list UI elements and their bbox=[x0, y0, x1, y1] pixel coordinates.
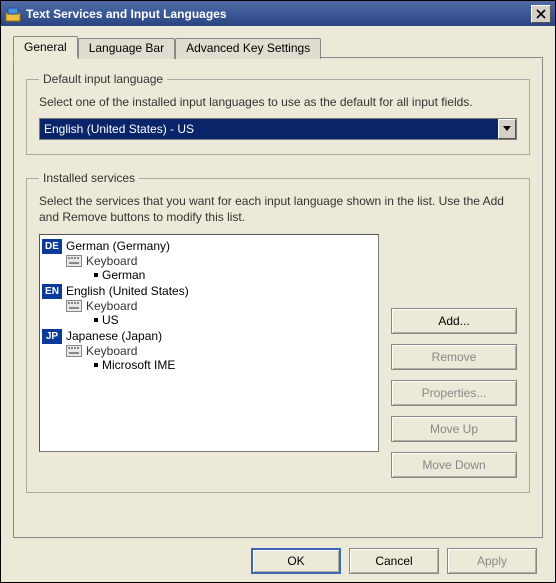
layout-row[interactable]: US bbox=[42, 313, 376, 327]
keyboard-icon bbox=[66, 255, 82, 267]
layout-row[interactable]: Microsoft IME bbox=[42, 358, 376, 372]
language-badge: EN bbox=[42, 284, 62, 299]
language-name: German (Germany) bbox=[66, 239, 170, 253]
installed-services-group: Installed services Select the services t… bbox=[26, 171, 530, 492]
keyboard-icon bbox=[66, 300, 82, 312]
language-badge: JP bbox=[42, 329, 62, 344]
language-block: DE German (Germany)KeyboardGerman bbox=[42, 239, 376, 282]
add-button[interactable]: Add... bbox=[391, 308, 517, 334]
layout-name: German bbox=[102, 268, 145, 282]
bullet-icon bbox=[94, 318, 98, 322]
dialog-body: General Language Bar Advanced Key Settin… bbox=[1, 26, 555, 582]
services-tree[interactable]: DEGerman (Germany)KeyboardGermanENEnglis… bbox=[39, 234, 379, 452]
layout-name: US bbox=[102, 313, 119, 327]
layout-name: Microsoft IME bbox=[102, 358, 175, 372]
category-row[interactable]: Keyboard bbox=[42, 254, 376, 268]
ok-button[interactable]: OK bbox=[251, 548, 341, 574]
installed-services-desc: Select the services that you want for ea… bbox=[39, 193, 517, 225]
language-header[interactable]: DE German (Germany) bbox=[42, 239, 376, 254]
properties-button[interactable]: Properties... bbox=[391, 380, 517, 406]
category-label: Keyboard bbox=[86, 344, 137, 358]
tabstrip: General Language Bar Advanced Key Settin… bbox=[13, 36, 543, 57]
keyboard-icon bbox=[66, 345, 82, 357]
tab-language-bar[interactable]: Language Bar bbox=[78, 38, 175, 59]
category-row[interactable]: Keyboard bbox=[42, 299, 376, 313]
language-name: Japanese (Japan) bbox=[66, 329, 162, 343]
tab-advanced-key[interactable]: Advanced Key Settings bbox=[175, 38, 321, 59]
app-icon bbox=[5, 6, 21, 22]
window-title: Text Services and Input Languages bbox=[26, 7, 531, 21]
titlebar: Text Services and Input Languages bbox=[1, 1, 555, 26]
language-name: English (United States) bbox=[66, 284, 189, 298]
default-language-group: Default input language Select one of the… bbox=[26, 72, 530, 155]
move-down-button[interactable]: Move Down bbox=[391, 452, 517, 478]
default-language-desc: Select one of the installed input langua… bbox=[39, 94, 517, 110]
category-row[interactable]: Keyboard bbox=[42, 344, 376, 358]
default-language-legend: Default input language bbox=[39, 72, 167, 86]
bullet-icon bbox=[94, 363, 98, 367]
installed-services-legend: Installed services bbox=[39, 171, 139, 185]
default-language-value: English (United States) - US bbox=[44, 122, 194, 136]
cancel-button[interactable]: Cancel bbox=[349, 548, 439, 574]
remove-button[interactable]: Remove bbox=[391, 344, 517, 370]
layout-row[interactable]: German bbox=[42, 268, 376, 282]
category-label: Keyboard bbox=[86, 299, 137, 313]
move-up-button[interactable]: Move Up bbox=[391, 416, 517, 442]
tabpanel-general: Default input language Select one of the… bbox=[13, 57, 543, 538]
language-header[interactable]: EN English (United States) bbox=[42, 284, 376, 299]
close-button[interactable] bbox=[531, 5, 551, 23]
language-block: JP Japanese (Japan)KeyboardMicrosoft IME bbox=[42, 329, 376, 372]
dialog-footer: OK Cancel Apply bbox=[13, 538, 543, 574]
dialog-window: Text Services and Input Languages Genera… bbox=[0, 0, 556, 583]
tab-general[interactable]: General bbox=[13, 36, 78, 58]
language-header[interactable]: JP Japanese (Japan) bbox=[42, 329, 376, 344]
language-block: EN English (United States)KeyboardUS bbox=[42, 284, 376, 327]
category-label: Keyboard bbox=[86, 254, 137, 268]
default-language-select[interactable]: English (United States) - US bbox=[39, 118, 517, 140]
bullet-icon bbox=[94, 273, 98, 277]
language-badge: DE bbox=[42, 239, 62, 254]
dropdown-button[interactable] bbox=[498, 119, 516, 139]
apply-button[interactable]: Apply bbox=[447, 548, 537, 574]
services-buttons: Add... Remove Properties... Move Up Move… bbox=[391, 234, 517, 478]
